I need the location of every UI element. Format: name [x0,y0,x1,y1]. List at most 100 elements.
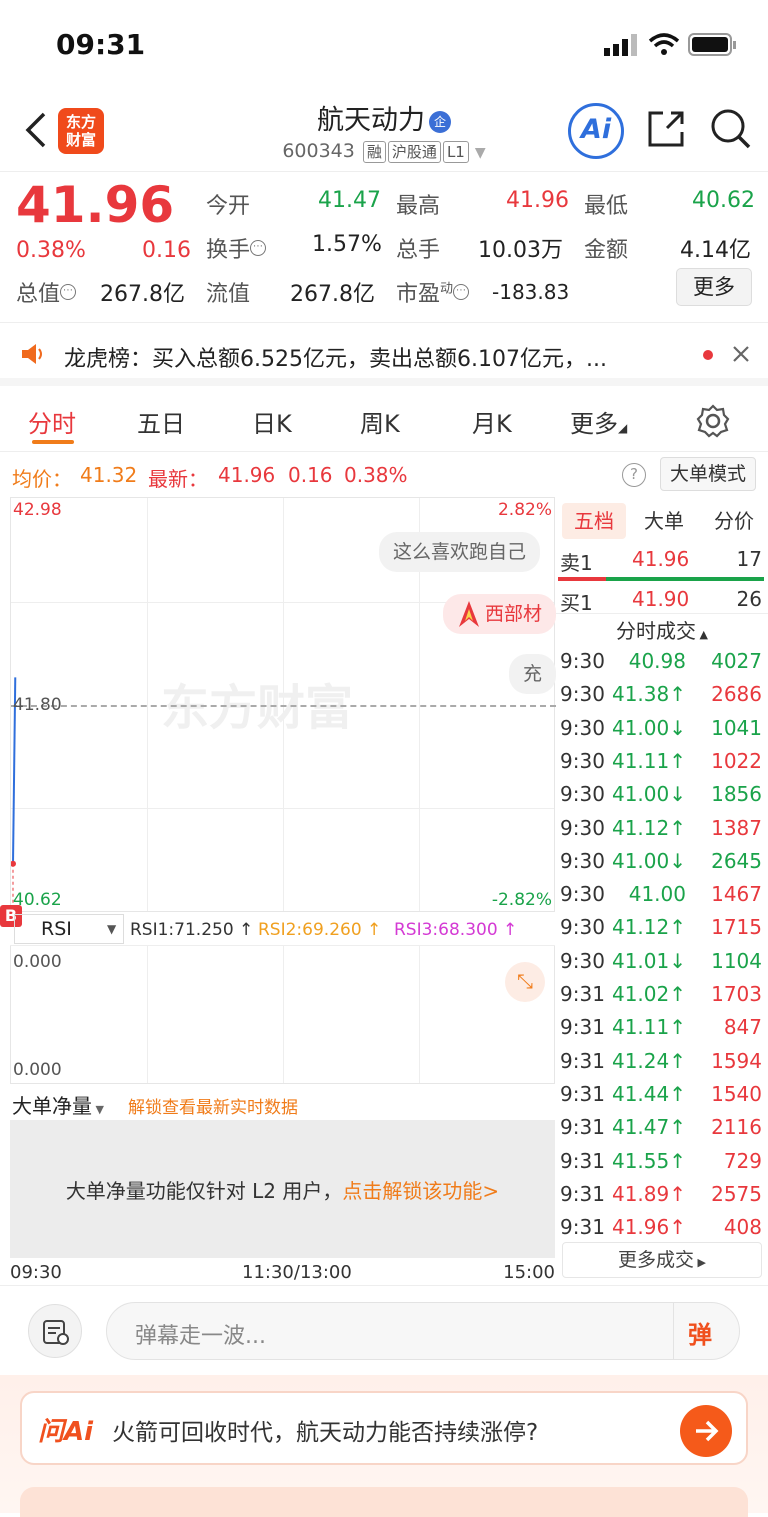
info-icon[interactable]: ⋯ [453,283,470,300]
trade-price: 41.00↓ [611,848,686,873]
trade-volume: 2686 [711,682,762,707]
net-volume-panel: 大单净量功能仅针对 L2 用户，点击解锁该功能> [10,1120,555,1258]
arrow-right-icon [696,1420,719,1442]
tag-level: L1 [442,141,469,163]
trade-row: 9:30 40.98 4027 [556,647,768,680]
amount-value: 4.14亿 [680,238,751,263]
tab-five-levels[interactable]: 五档 [562,503,626,539]
danmu-input[interactable]: 弹幕走一波... 弹 [106,1302,740,1360]
trade-price: 41.00 [628,882,686,907]
tag-margin: 融 [362,141,386,163]
high-label: 最高 [396,194,441,219]
net-volume-header: 大单净量 ▼ 解锁查看最新实时数据 [10,1086,555,1120]
unlock-link[interactable]: 解锁查看最新实时数据 [128,1093,298,1118]
unread-dot [703,350,713,360]
trade-row: 9:30 41.00↓ 2645 [556,847,768,880]
net-volume-selector-label: 大单净量 [12,1094,92,1118]
ai-button[interactable]: Ai [568,103,624,159]
tab-weekly-k[interactable]: 周K [360,404,400,439]
info-icon[interactable]: ⋯ [60,283,77,300]
trade-row: 9:30 41.11↑ 1022 [556,747,768,780]
trade-row: 9:30 41.00 1467 [556,880,768,913]
danmu-bubble: 这么喜欢跑自己 [379,532,541,572]
trade-row: 9:30 41.12↑ 1387 [556,814,768,847]
enterprise-badge: 企 [429,110,451,133]
danmu-bubble: 充 [509,654,557,694]
tab-five-day[interactable]: 五日 [137,404,185,439]
quote-panel: 41.96 0.38% 0.16 总值 ⋯ 267.8亿 今开 41.47 最高 … [0,172,768,320]
more-trades-button[interactable]: 更多成交 ▶ [562,1242,762,1278]
mktcap-value: 267.8亿 [100,282,185,307]
rsi-top-label: 0.000 [13,952,62,972]
tab-more[interactable]: 更多◢ [570,404,627,439]
rsi-header: RSI ▼ RSI1:71.250 ↑ RSI2:69.260 ↑ RSI3:68… [10,912,555,946]
tab-big-order[interactable]: 大单 [632,503,696,539]
info-icon[interactable]: ⋯ [250,239,267,256]
trade-price: 41.12↑ [611,915,686,940]
trade-time: 9:31 [560,1148,605,1173]
big-order-mode-button[interactable]: 大单模式 [660,457,756,491]
trade-detail-header[interactable]: 分时成交 ▲ [556,613,768,647]
settings-gear-icon[interactable] [696,404,730,438]
tab-daily-k[interactable]: 日K [252,404,292,439]
latest-percent: 0.38% [344,463,408,487]
tab-intraday[interactable]: 分时 [28,404,76,439]
tab-monthly-k[interactable]: 月K [472,404,512,439]
tab-price-dist[interactable]: 分价 [702,503,766,539]
rsi-panel[interactable]: 0.000 0.000 ⤡ [10,946,555,1084]
trade-row: 9:30 41.01↓ 1104 [556,947,768,980]
stock-code: 600343 [282,140,355,162]
time-mid: 11:30/13:00 [242,1262,352,1283]
trade-row: 9:30 41.38↑ 2686 [556,680,768,713]
high-value: 41.96 [506,188,569,213]
danmu-bar: 弹幕走一波... 弹 [0,1285,768,1375]
order-book-panel: 五档 大单 分价 卖1 41.96 17 买1 41.90 26 分时成交 ▲ … [556,497,768,1282]
pe-label: 市盈动 ⋯ [396,276,470,308]
avg-value: 41.32 [80,463,138,487]
unlock-feature-link[interactable]: 点击解锁该功能> [342,1179,499,1203]
turnover-value: 1.57% [312,232,382,257]
help-icon[interactable]: ? [622,463,646,487]
price-summary-line: 均价： 41.32 最新： 41.96 0.16 0.38% ? 大单模式 [0,455,768,495]
trade-row: 9:31 41.44↑ 1540 [556,1080,768,1113]
float-label: 流值 [206,282,251,307]
ai-question-card[interactable]: 问Ai 火箭可回收时代，航天动力能否持续涨停? [20,1391,748,1465]
intraday-chart[interactable]: 东方财富 42.98 2.82% 41.80 40.62 -2.82% 这么喜欢… [10,497,557,913]
mktcap-label-text: 总值 [16,282,61,307]
wifi-icon [648,33,680,55]
danmu-list-icon [43,1320,69,1345]
ai-question-text: 火箭可回收时代，航天动力能否持续涨停? [112,1420,539,1446]
search-icon[interactable] [708,106,752,150]
trade-volume: 1715 [711,915,762,940]
trade-volume: 4027 [711,649,762,673]
trade-row: 9:31 41.89↑ 2575 [556,1180,768,1213]
time-axis: 09:30 11:30/13:00 15:00 [10,1260,555,1284]
active-tab-indicator [32,440,74,444]
ask-arrow-button[interactable] [680,1405,732,1457]
current-price: 41.96 [16,176,175,234]
amount-label: 金额 [584,238,629,263]
net-volume-selector[interactable]: 大单净量 ▼ [12,1090,104,1119]
expand-icon[interactable]: ⤡ [505,962,545,1002]
trade-price: 41.24↑ [611,1048,686,1073]
close-icon[interactable] [732,345,750,363]
trade-volume: 1022 [711,748,762,773]
speaker-icon [22,344,42,364]
caret-icon: ◢ [618,421,628,435]
trade-price: 40.98 [628,649,686,673]
danmu-send-button[interactable]: 弹 [673,1303,739,1359]
time-end: 15:00 [503,1262,555,1283]
trade-volume: 729 [723,1148,762,1173]
l2-message-text: 大单净量功能仅针对 L2 用户， [65,1179,343,1203]
trade-row: 9:30 41.00↓ 1041 [556,714,768,747]
trade-row: 9:31 41.55↑ 729 [556,1147,768,1180]
danmu-list-button[interactable] [28,1304,82,1358]
grid-line [147,946,148,1083]
indicator-selector[interactable]: RSI ▼ [14,914,124,944]
more-quote-button[interactable]: 更多 [676,268,752,306]
trade-volume: 847 [723,1015,762,1040]
dragon-tiger-notice[interactable]: 龙虎榜：买入总额6.525亿元，卖出总额6.107亿元，... [0,322,768,386]
trade-time: 9:31 [560,1215,605,1240]
trade-price: 41.38↑ [611,682,686,707]
share-icon[interactable] [645,108,687,150]
